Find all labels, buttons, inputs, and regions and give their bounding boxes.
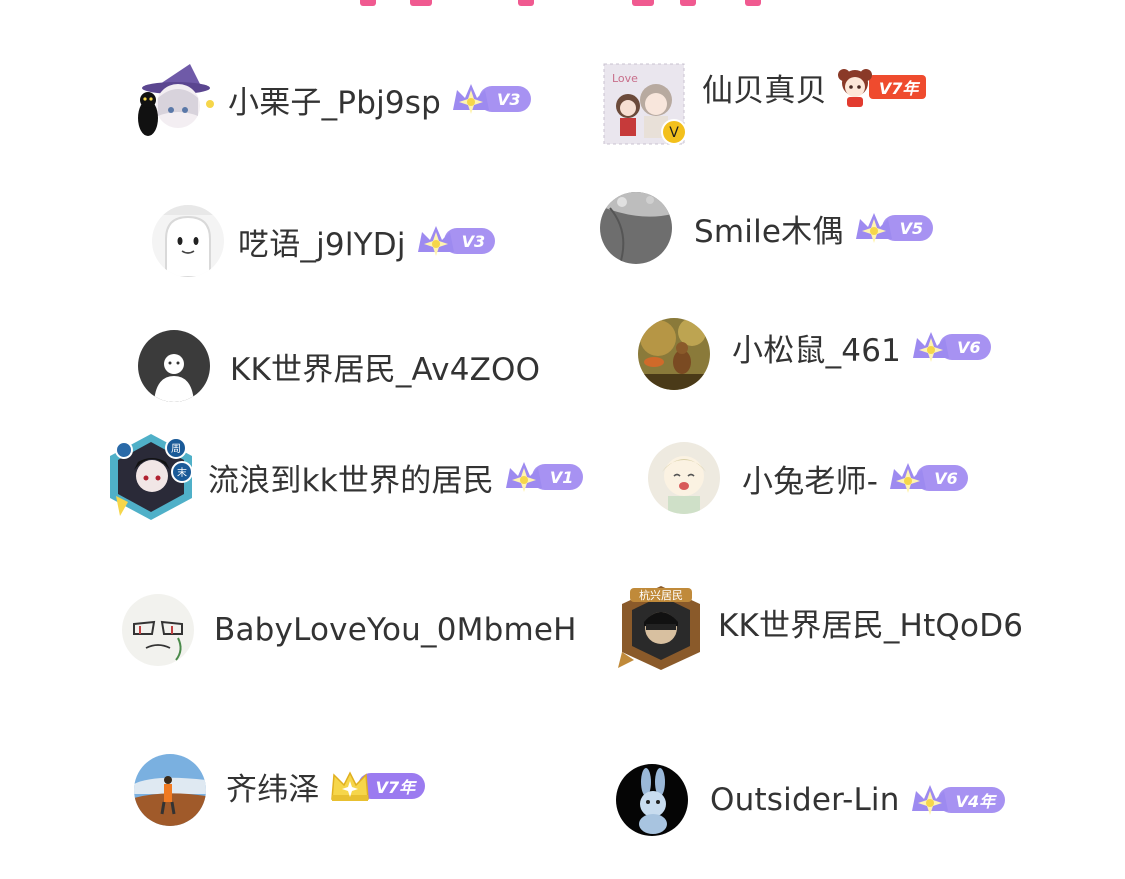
user-item-1[interactable]: Love V 仙贝真贝 V7年 <box>600 60 927 148</box>
top-decoration <box>0 0 1125 12</box>
crown-icon <box>911 785 948 815</box>
user-name: 小松鼠_461 <box>732 332 902 369</box>
user-name: KK世界居民_Av4ZOO <box>230 351 541 388</box>
crown-icon <box>913 332 950 362</box>
white-ghost-avatar-icon[interactable] <box>152 205 224 277</box>
user-name: Smile木偶 <box>694 213 844 250</box>
user-name: KK世界居民_HtQoD6 <box>718 607 1024 644</box>
svg-text:杭兴居民: 杭兴居民 <box>639 588 683 602</box>
level-badge: V3 <box>414 222 496 260</box>
level-badge: V6 <box>886 459 968 497</box>
gray-fabric-avatar-icon[interactable] <box>600 192 672 264</box>
verified-v-label: V <box>669 125 679 141</box>
user-item-9[interactable]: 杭兴居民 KK世界居民_HtQoD6 <box>616 582 1023 672</box>
level-badge: V1 <box>502 458 584 496</box>
user-item-5[interactable]: 小松鼠_461 V6 <box>638 318 991 390</box>
squirrel-avatar-icon[interactable] <box>638 318 710 390</box>
user-name: Outsider-Lin <box>710 782 900 818</box>
crown-icon <box>855 213 892 243</box>
weekend-frame-avatar-icon[interactable]: 周 末 <box>106 432 196 522</box>
gold-crown-icon <box>330 771 369 801</box>
warrior-frame-avatar-icon[interactable]: 杭兴居民 <box>616 582 706 672</box>
level-badge: V7年 <box>328 767 426 805</box>
user-name: 齐纬泽 <box>226 771 320 808</box>
user-item-6[interactable]: 周 末 流浪到kk世界的居民 V1 <box>106 432 584 522</box>
love-stamp-avatar-icon[interactable]: Love V <box>600 60 688 148</box>
user-item-10[interactable]: 齐纬泽 V7年 <box>134 754 426 826</box>
svg-text:周: 周 <box>171 443 181 455</box>
svg-text:Love: Love <box>612 72 638 85</box>
user-item-3[interactable]: Smile木偶 V5 <box>600 192 934 264</box>
level-badge: V3 <box>449 80 531 118</box>
user-name: 小栗子_Pbj9sp <box>228 84 442 121</box>
user-name: 仙贝真贝 <box>702 72 827 109</box>
crown-icon <box>417 226 454 256</box>
sketch-face-avatar-icon[interactable] <box>122 594 194 666</box>
crown-icon <box>453 84 490 114</box>
user-item-7[interactable]: 小兔老师- V6 <box>648 442 968 514</box>
user-item-8[interactable]: BabyLoveYou_0MbmeH <box>122 594 577 666</box>
crown-icon <box>505 462 542 492</box>
user-name: 小兔老师- <box>742 463 879 500</box>
user-item-0[interactable]: 小栗子_Pbj9sp V3 <box>132 58 531 140</box>
hiker-avatar-icon[interactable] <box>134 754 206 826</box>
default-user-avatar-icon[interactable] <box>138 330 210 402</box>
user-name: BabyLoveYou_0MbmeH <box>214 612 577 648</box>
level-badge: V7年 <box>835 69 927 107</box>
level-badge: V4年 <box>908 781 1006 819</box>
svg-text:末: 末 <box>177 466 187 479</box>
witch-girl-avatar-icon[interactable] <box>132 58 214 140</box>
user-item-4[interactable]: KK世界居民_Av4ZOO <box>138 330 540 402</box>
level-label: V7年 <box>868 75 927 99</box>
blue-bunny-avatar-icon[interactable] <box>616 764 688 836</box>
user-item-11[interactable]: Outsider-Lin V4年 <box>616 764 1006 836</box>
user-name: 呓语_j9lYDj <box>238 226 406 263</box>
crown-icon <box>890 463 927 493</box>
user-name: 流浪到kk世界的居民 <box>208 462 494 499</box>
smiling-child-avatar-icon[interactable] <box>648 442 720 514</box>
level-badge: V5 <box>852 209 934 247</box>
girl-face-icon <box>837 69 872 107</box>
user-item-2[interactable]: 呓语_j9lYDj V3 <box>152 205 496 277</box>
level-badge: V6 <box>909 328 991 366</box>
